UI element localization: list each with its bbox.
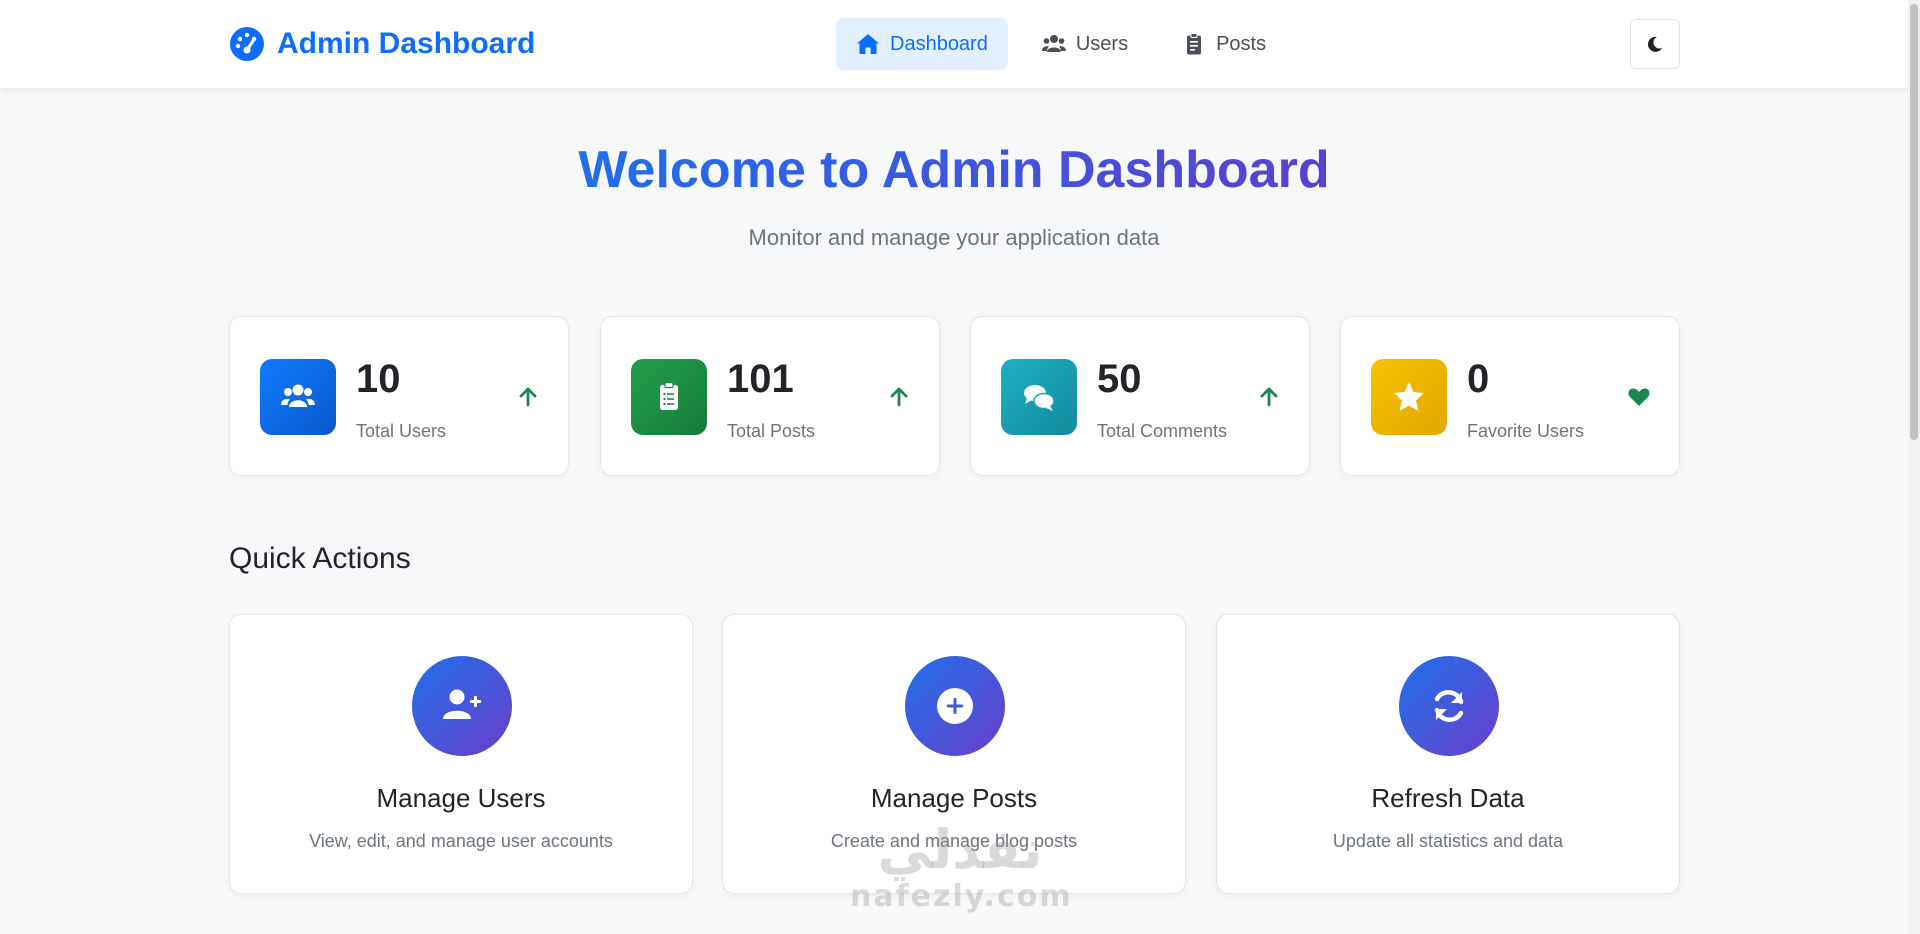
nav-link-label: Users bbox=[1075, 32, 1129, 55]
arrow-up-icon bbox=[890, 387, 908, 407]
comments-icon bbox=[1024, 385, 1055, 411]
star-icon bbox=[1394, 382, 1424, 411]
watermark-latin: nafezly.com bbox=[850, 879, 1073, 914]
stat-icon-box bbox=[1371, 359, 1447, 435]
stat-label: Total Comments bbox=[1097, 421, 1228, 441]
arrow-up-icon bbox=[519, 387, 537, 407]
stat-icon-box bbox=[631, 359, 707, 435]
scrollbar-thumb[interactable] bbox=[1910, 4, 1918, 440]
nav-link-label: Dashboard bbox=[890, 32, 988, 55]
stat-label: Favorite Users bbox=[1467, 421, 1585, 441]
stat-icon-box bbox=[1001, 359, 1077, 435]
plus-circle-icon bbox=[937, 688, 973, 724]
action-card-manage-users[interactable]: Manage Users View, edit, and manage user… bbox=[229, 614, 693, 894]
moon-icon bbox=[1647, 36, 1662, 52]
user-plus-icon bbox=[443, 689, 481, 719]
section-title-quick-actions: Quick Actions bbox=[229, 542, 411, 575]
clipboard-icon bbox=[1187, 33, 1202, 55]
nav-link-dashboard[interactable]: Dashboard bbox=[836, 18, 1008, 70]
top-navbar: Admin Dashboard Dashboard Users Posts bbox=[0, 0, 1908, 89]
gauge-icon bbox=[230, 27, 264, 61]
action-icon-circle bbox=[905, 656, 1005, 756]
watermark: نفذلي nafezly.com bbox=[850, 818, 1073, 914]
nav-link-users[interactable]: Users bbox=[1022, 18, 1148, 70]
stat-card-posts: 101 Total Posts bbox=[600, 316, 940, 476]
page-title: Welcome to Admin Dashboard bbox=[578, 141, 1330, 199]
action-card-refresh-data[interactable]: Refresh Data Update all statistics and d… bbox=[1216, 614, 1680, 894]
users-icon bbox=[281, 384, 315, 407]
stat-icon-box bbox=[260, 359, 336, 435]
action-icon-circle bbox=[412, 656, 512, 756]
stat-card-comments: 50 Total Comments bbox=[970, 316, 1310, 476]
stat-card-users: 10 Total Users bbox=[229, 316, 569, 476]
action-icon-circle bbox=[1399, 656, 1499, 756]
action-title: Refresh Data bbox=[1371, 783, 1525, 813]
action-description: View, edit, and manage user accounts bbox=[309, 831, 613, 851]
nav-link-posts[interactable]: Posts bbox=[1162, 18, 1286, 70]
clipboard-list-icon bbox=[660, 381, 678, 410]
arrow-up-icon bbox=[1260, 387, 1278, 407]
page-scrollbar[interactable] bbox=[1908, 0, 1920, 934]
stat-value: 50 bbox=[1097, 357, 1142, 401]
stat-value: 101 bbox=[727, 357, 794, 401]
action-title: Manage Users bbox=[376, 783, 546, 813]
home-icon bbox=[857, 34, 879, 54]
stat-card-favorites: 0 Favorite Users bbox=[1340, 316, 1680, 476]
stat-label: Total Users bbox=[356, 421, 447, 441]
nav-links: Dashboard Users Posts bbox=[836, 18, 1286, 70]
nav-link-label: Posts bbox=[1216, 32, 1267, 55]
refresh-icon bbox=[1434, 689, 1464, 723]
stat-value: 10 bbox=[356, 357, 401, 401]
heart-icon bbox=[1628, 388, 1650, 406]
action-title: Manage Posts bbox=[870, 783, 1038, 813]
stat-value: 0 bbox=[1467, 357, 1490, 401]
users-icon bbox=[1041, 35, 1066, 52]
watermark-arabic: نفذلي bbox=[877, 818, 1043, 881]
stat-label: Total Posts bbox=[727, 421, 816, 441]
theme-toggle-button[interactable] bbox=[1630, 19, 1680, 69]
brand[interactable]: Admin Dashboard bbox=[229, 25, 535, 63]
brand-title: Admin Dashboard bbox=[277, 27, 536, 60]
action-description: Update all statistics and data bbox=[1332, 831, 1564, 851]
page-subtitle: Monitor and manage your application data bbox=[748, 225, 1160, 250]
